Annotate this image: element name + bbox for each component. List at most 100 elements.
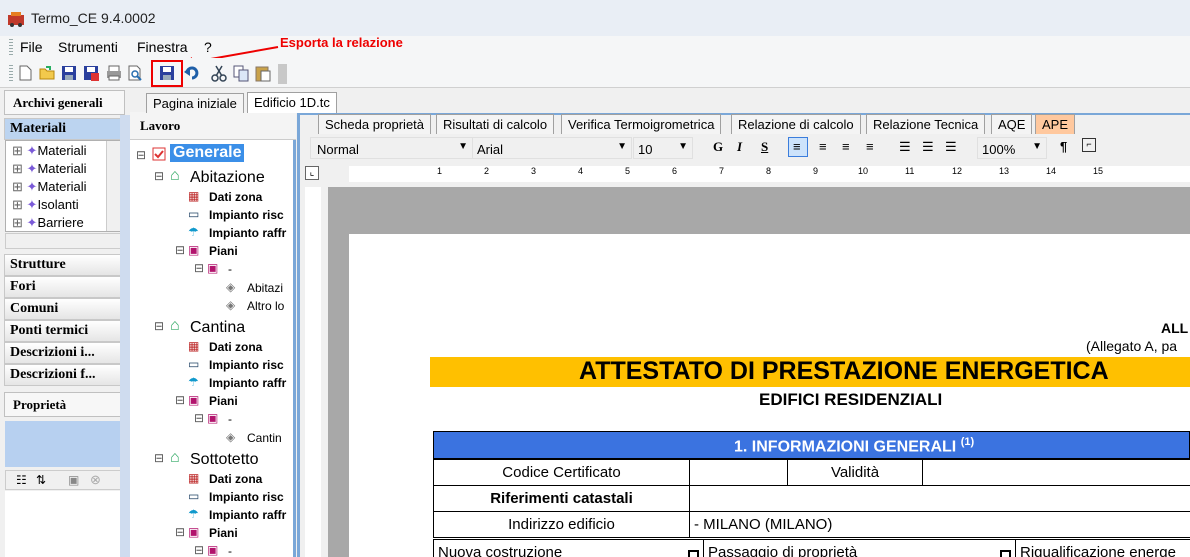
subtab-risultati[interactable]: Risultati di calcolo: [436, 114, 555, 134]
accordion-comuni[interactable]: Comuni: [4, 298, 124, 320]
new-icon[interactable]: [16, 64, 34, 82]
paste-icon[interactable]: [254, 64, 272, 82]
tree-node-room[interactable]: Cantin: [247, 431, 282, 445]
tree-node-piani[interactable]: Piani: [209, 526, 238, 540]
menu-file[interactable]: File: [20, 39, 43, 55]
catastali-value: [689, 485, 1190, 512]
expander-icon[interactable]: ⊟: [154, 451, 164, 465]
tree-node-room[interactable]: Altro lo: [247, 299, 284, 313]
doc-allegato: (Allegato A, pa: [1086, 338, 1178, 354]
expander-icon[interactable]: ⊟: [136, 148, 146, 162]
menu-strumenti[interactable]: Strumenti: [58, 39, 118, 55]
expander-icon[interactable]: ⊟: [175, 525, 185, 539]
save-as-icon[interactable]: [82, 64, 100, 82]
left-splitter-bar[interactable]: [120, 115, 130, 557]
pilcrow-icon[interactable]: ¶: [1060, 139, 1067, 154]
font-select[interactable]: Arial ▼: [472, 137, 632, 159]
tab-pagina-iniziale[interactable]: Pagina iniziale: [146, 93, 244, 113]
style-select[interactable]: Normal ▼: [310, 137, 473, 159]
copy-icon[interactable]: [232, 64, 250, 82]
tree-node-piano[interactable]: -: [228, 262, 232, 276]
subtab-aqe[interactable]: AQE: [991, 114, 1033, 134]
tree-node-piano[interactable]: -: [228, 544, 232, 557]
tree-node-dati-zona[interactable]: Dati zona: [209, 472, 262, 486]
tree-node-dati-zona[interactable]: Dati zona: [209, 340, 262, 354]
tree-node-piani[interactable]: Piani: [209, 244, 238, 258]
horizontal-ruler[interactable]: 1 2 3 4 5 6 7 8 9 10 11 12 13 14 15: [349, 166, 1190, 182]
tree-node-impianto-raffr[interactable]: Impianto raffr: [209, 508, 286, 522]
align-center-icon[interactable]: ≡: [819, 139, 827, 154]
list-item[interactable]: ⊞ ✦Materiali: [12, 143, 87, 159]
italic-button[interactable]: I: [737, 139, 742, 155]
riqualificazione[interactable]: Riqualificazione energe: [1015, 539, 1190, 557]
multilevel-list-icon[interactable]: ☰: [945, 139, 957, 155]
list-item[interactable]: ⊞ ✦Isolanti: [12, 197, 79, 213]
open-icon[interactable]: [38, 64, 56, 82]
toolbar-overflow-chevron-icon[interactable]: [278, 64, 287, 84]
categorized-icon[interactable]: ☷: [16, 473, 27, 487]
bullet-list-icon[interactable]: ☰: [899, 139, 911, 155]
accordion-materiali[interactable]: Materiali: [4, 118, 124, 140]
passaggio-proprieta[interactable]: Passaggio di proprietà: [703, 539, 1016, 557]
validita-label: Validità: [787, 459, 923, 486]
tree-node-impianto-raffr[interactable]: Impianto raffr: [209, 376, 286, 390]
bold-button[interactable]: G: [713, 139, 723, 155]
cut-icon[interactable]: [210, 64, 228, 82]
expander-icon[interactable]: ⊟: [154, 169, 164, 183]
document-page[interactable]: ALL (Allegato A, pa ATTESTATO DI PRESTAZ…: [349, 234, 1190, 557]
zoom-select[interactable]: 100% ▼: [977, 137, 1047, 159]
list-item[interactable]: ⊞ ✦Materiali: [12, 161, 87, 177]
print-preview-icon[interactable]: [126, 64, 144, 82]
tab-edificio[interactable]: Edificio 1D.tc: [247, 92, 337, 113]
print-icon[interactable]: [105, 64, 123, 82]
subtab-relazione-calcolo[interactable]: Relazione di calcolo: [731, 114, 861, 134]
tree-node-piano[interactable]: -: [228, 412, 232, 426]
expander-icon[interactable]: ⊟: [175, 393, 185, 407]
accordion-descrizioni-f[interactable]: Descrizioni f...: [4, 364, 124, 386]
subtab-relazione-tecnica[interactable]: Relazione Tecnica: [866, 114, 986, 134]
align-right-icon[interactable]: ≡: [842, 139, 850, 154]
horizontal-scrollbar[interactable]: [5, 233, 123, 249]
tree-node-cantina[interactable]: Cantina: [190, 319, 245, 337]
expander-icon[interactable]: ⊟: [194, 261, 204, 275]
subtab-verifica[interactable]: Verifica Termoigrometrica: [561, 114, 722, 134]
tab-stop-selector-icon[interactable]: ⌞: [305, 166, 319, 180]
list-item[interactable]: ⊞ ✦Materiali: [12, 179, 87, 195]
tree-node-impianto-risc[interactable]: Impianto risc: [209, 208, 284, 222]
tree-node-impianto-risc[interactable]: Impianto risc: [209, 358, 284, 372]
expander-icon[interactable]: ⊟: [154, 319, 164, 333]
size-select[interactable]: 10 ▼: [633, 137, 693, 159]
sort-az-icon[interactable]: ⇅: [36, 473, 46, 487]
tree-node-piani[interactable]: Piani: [209, 394, 238, 408]
left-splitter[interactable]: [297, 115, 300, 557]
save-icon[interactable]: [60, 64, 78, 82]
tree-node-impianto-risc[interactable]: Impianto risc: [209, 490, 284, 504]
underline-button[interactable]: S: [761, 139, 768, 155]
tree-node-sottotetto[interactable]: Sottotetto: [190, 451, 259, 469]
accordion-ponti-termici[interactable]: Ponti termici: [4, 320, 124, 342]
tree-root-generale[interactable]: Generale: [170, 144, 245, 162]
subtab-scheda[interactable]: Scheda proprietà: [318, 114, 432, 134]
accordion-strutture[interactable]: Strutture: [4, 254, 124, 276]
list-item[interactable]: ⊞ ✦Barriere: [12, 215, 84, 231]
tree-node-impianto-raffr[interactable]: Impianto raffr: [209, 226, 286, 240]
delete-icon[interactable]: ⊗: [90, 472, 101, 488]
justify-icon[interactable]: ≡: [866, 139, 874, 154]
numbered-list-icon[interactable]: ☰: [922, 139, 934, 155]
page-border-icon[interactable]: ⌐: [1082, 138, 1096, 152]
materiali-list[interactable]: ⊞ ✦Materiali ⊞ ✦Materiali ⊞ ✦Materiali ⊞…: [5, 140, 123, 232]
expander-icon[interactable]: ⊟: [175, 243, 185, 257]
undo-icon[interactable]: [183, 64, 201, 82]
tree-node-room[interactable]: Abitazi: [247, 281, 283, 295]
save-props-icon[interactable]: ▣: [68, 473, 79, 487]
accordion-fori[interactable]: Fori: [4, 276, 124, 298]
vertical-ruler[interactable]: [305, 187, 321, 557]
subtab-ape[interactable]: APE: [1035, 114, 1076, 134]
export-relazione-icon[interactable]: [158, 64, 176, 82]
nuova-costruzione[interactable]: Nuova costruzione: [433, 539, 704, 557]
expander-icon[interactable]: ⊟: [194, 543, 204, 557]
tree-node-abitazione[interactable]: Abitazione: [190, 169, 265, 187]
accordion-descrizioni-i[interactable]: Descrizioni i...: [4, 342, 124, 364]
tree-node-dati-zona[interactable]: Dati zona: [209, 190, 262, 204]
expander-icon[interactable]: ⊟: [194, 411, 204, 425]
